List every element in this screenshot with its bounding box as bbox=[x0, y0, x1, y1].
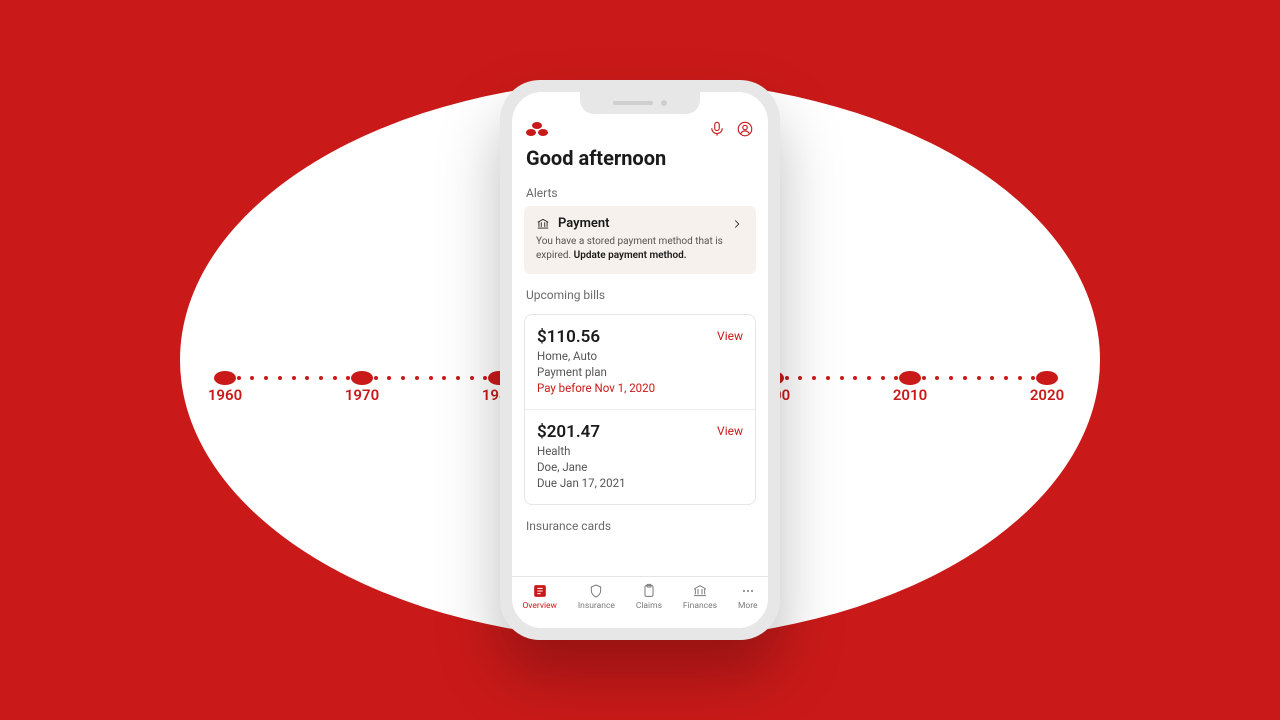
bill-amount: $110.56 bbox=[537, 327, 743, 347]
bill-item[interactable]: $110.56 View Home, Auto Payment plan Pay… bbox=[525, 315, 755, 409]
bill-amount: $201.47 bbox=[537, 422, 743, 442]
greeting-text: Good afternoon bbox=[512, 142, 768, 180]
tab-label: Finances bbox=[683, 601, 717, 611]
tab-insurance[interactable]: Insurance bbox=[576, 583, 617, 611]
phone-mockup: Good afternoon Alerts Payment You have a… bbox=[500, 80, 780, 640]
tab-label: Overview bbox=[522, 601, 556, 611]
tab-label: Insurance bbox=[578, 601, 615, 611]
view-bill-link[interactable]: View bbox=[717, 424, 743, 438]
app-screen: Good afternoon Alerts Payment You have a… bbox=[512, 92, 768, 628]
tab-claims[interactable]: Claims bbox=[634, 583, 664, 611]
bill-due: Pay before Nov 1, 2020 bbox=[537, 381, 743, 395]
bill-due: Due Jan 17, 2021 bbox=[537, 476, 743, 490]
bank-icon bbox=[536, 217, 550, 231]
bill-line: Doe, Jane bbox=[537, 460, 743, 474]
phone-notch bbox=[580, 92, 700, 114]
alert-card-payment[interactable]: Payment You have a stored payment method… bbox=[524, 206, 756, 274]
bill-item[interactable]: $201.47 View Health Doe, Jane Due Jan 17… bbox=[525, 409, 755, 504]
upcoming-bills-heading: Upcoming bills bbox=[512, 274, 768, 308]
tab-label: More bbox=[738, 601, 758, 611]
bills-list: $110.56 View Home, Auto Payment plan Pay… bbox=[524, 314, 756, 505]
tab-overview[interactable]: Overview bbox=[520, 583, 558, 611]
bill-line: Home, Auto bbox=[537, 349, 743, 363]
alert-body: You have a stored payment method that is… bbox=[536, 235, 744, 262]
chevron-right-icon bbox=[730, 217, 744, 231]
tab-finances[interactable]: Finances bbox=[681, 583, 719, 611]
alert-title: Payment bbox=[558, 216, 722, 231]
tab-label: Claims bbox=[636, 601, 662, 611]
tab-more[interactable]: More bbox=[736, 583, 760, 611]
view-bill-link[interactable]: View bbox=[717, 329, 743, 343]
tab-bar: Overview Insurance Claims Finances More bbox=[512, 576, 768, 628]
bill-line: Payment plan bbox=[537, 365, 743, 379]
insurance-cards-heading: Insurance cards bbox=[512, 505, 768, 539]
bill-line: Health bbox=[537, 444, 743, 458]
alerts-heading: Alerts bbox=[512, 180, 768, 206]
brand-logo bbox=[526, 122, 548, 136]
mic-icon[interactable] bbox=[708, 120, 726, 138]
profile-icon[interactable] bbox=[736, 120, 754, 138]
